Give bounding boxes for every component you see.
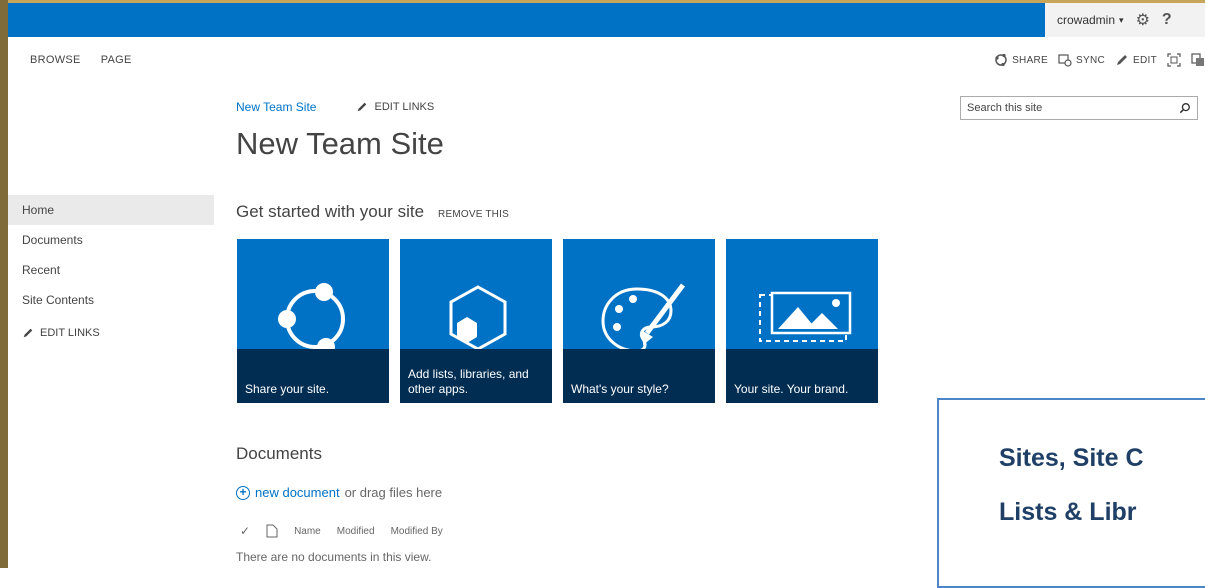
chevron-down-icon: ▾ [1119,14,1124,25]
embed-icon [1191,53,1204,66]
tile-add-apps[interactable]: Add lists, libraries, and other apps. [400,239,552,403]
plus-circle-icon[interactable]: + [236,485,250,500]
focus-content-icon [1167,53,1181,67]
top-edit-links-button[interactable]: EDIT LINKS [356,101,434,113]
breadcrumb: New Team Site EDIT LINKS [236,100,434,114]
get-started-header: Get started with your site REMOVE THIS [236,202,509,222]
documents-column-header: ✓ Name Modified Modified By [240,524,443,538]
sync-button[interactable]: SYNC [1058,53,1105,67]
tile-share-site[interactable]: Share your site. [237,239,389,403]
search-icon[interactable] [1179,102,1191,114]
search-placeholder: Search this site [967,102,1043,114]
new-document-suffix: or drag files here [344,485,443,500]
suite-bar: crowadmin ▾ ⚙ ? [8,3,1205,37]
new-document-row: + new document or drag files here [236,485,442,500]
user-name: crowadmin [1057,13,1116,27]
breadcrumb-site-link[interactable]: New Team Site [236,100,316,114]
suite-bar-user-area: crowadmin ▾ ⚙ ? [1045,3,1205,37]
tile-brand[interactable]: Your site. Your brand. [726,239,878,403]
tile-style[interactable]: What's your style? [563,239,715,403]
pencil-icon [1117,55,1128,65]
share-button[interactable]: SHARE [994,53,1048,67]
nav-item-site-contents[interactable]: Site Contents [8,285,214,315]
remove-this-link[interactable]: REMOVE THIS [438,209,509,220]
column-modified[interactable]: Modified [337,526,375,537]
pencil-icon [23,328,33,338]
edit-label: EDIT [1133,54,1157,66]
share-label: SHARE [1012,54,1049,66]
new-document-link[interactable]: new document [255,485,340,500]
gear-icon[interactable]: ⚙ [1136,10,1150,30]
user-menu[interactable]: crowadmin ▾ [1057,13,1124,27]
tile-caption: Your site. Your brand. [726,349,878,403]
callout-line-2: Lists & Libr [999,498,1137,526]
callout-line-1: Sites, Site C [999,444,1144,472]
get-started-title: Get started with your site [236,202,425,221]
quick-launch-nav: Home Documents Recent Site Contents EDIT… [8,195,214,345]
overlay-callout-box: Sites, Site C Lists & Libr [937,398,1205,588]
nav-item-recent[interactable]: Recent [8,255,214,285]
pencil-icon [358,102,367,112]
search-input[interactable]: Search this site [960,96,1198,120]
tile-caption: Add lists, libraries, and other apps. [400,349,552,403]
edit-button[interactable]: EDIT [1115,53,1157,67]
select-all-check-icon[interactable]: ✓ [240,524,250,538]
top-edit-links-label: EDIT LINKS [374,101,435,113]
empty-view-message: There are no documents in this view. [236,550,432,564]
ribbon-actions: SHARE SYNC EDIT [994,40,1205,80]
nav-item-documents[interactable]: Documents [8,225,214,255]
nav-item-home[interactable]: Home [8,195,214,225]
ribbon-tabs: BROWSE PAGE [30,54,132,66]
file-type-icon [266,524,278,538]
help-icon[interactable]: ? [1162,11,1172,29]
sync-icon [1058,54,1072,67]
tile-caption: What's your style? [563,349,715,403]
share-icon [995,53,1007,67]
column-name[interactable]: Name [294,526,321,537]
focus-button[interactable] [1167,53,1181,67]
column-modified-by[interactable]: Modified By [391,526,443,537]
page-title: New Team Site [236,126,444,161]
nav-edit-links-button[interactable]: EDIT LINKS [8,321,214,345]
tab-page[interactable]: PAGE [101,54,132,66]
documents-web-part-title[interactable]: Documents [236,444,322,464]
tab-browse[interactable]: BROWSE [30,54,81,66]
sync-label: SYNC [1076,54,1106,66]
embed-button[interactable] [1191,53,1205,67]
get-started-tiles: Share your site. Add lists, libraries, a… [237,239,878,403]
tile-caption: Share your site. [237,349,389,403]
ribbon: BROWSE PAGE SHARE SYNC EDIT [8,40,1205,80]
nav-edit-links-label: EDIT LINKS [40,327,100,339]
window-frame-left [0,0,8,568]
